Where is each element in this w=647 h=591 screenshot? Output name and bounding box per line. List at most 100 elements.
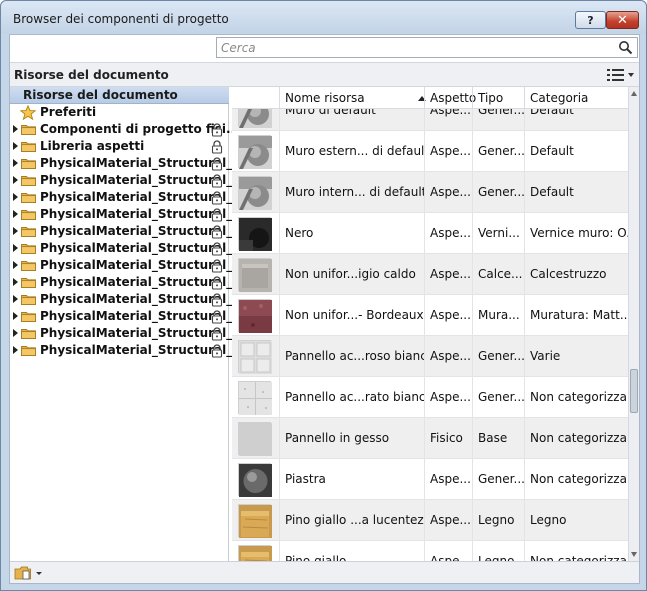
expand-arrow-icon[interactable] (13, 261, 18, 269)
table-row[interactable]: Muro estern... di default Aspe... Gener...… (232, 131, 628, 172)
expand-arrow-icon[interactable] (13, 312, 18, 320)
tree-item[interactable]: PhysicalMaterial_Structural_... (10, 291, 246, 308)
scroll-down-arrow-icon[interactable] (631, 552, 637, 557)
search-icon[interactable] (618, 40, 633, 55)
bottom-toolbar (10, 561, 639, 583)
table-row[interactable]: Pannello ac...roso bianco Aspe... Gener...… (232, 336, 628, 377)
column-header-categoria[interactable]: Categoria (524, 87, 628, 109)
cell-tipo: Calce... (472, 254, 524, 295)
table-row[interactable]: Pino giallo ... Aspe... Legno Non categoriz… (232, 541, 628, 561)
tree-item-label: Componenti di progetto fisi... (40, 122, 240, 136)
tree-item[interactable]: PhysicalMaterial_Structural_... (10, 274, 246, 291)
lock-icon (211, 327, 223, 341)
material-thumbnail (238, 217, 272, 251)
tree-item[interactable]: PhysicalMaterial_Structural_... (10, 240, 246, 257)
cell-name: Muro di default (279, 109, 424, 131)
tree-root-header[interactable]: Risorse del documento (10, 87, 229, 104)
search-area: Cerca (10, 35, 639, 62)
column-header-tipo[interactable]: Tipo (472, 87, 524, 109)
table-row[interactable]: Muro di default Aspe... Gener... Default (232, 109, 628, 131)
cell-aspetto: Aspe... (424, 500, 472, 541)
cell-categoria: Vernice muro: O... (524, 213, 628, 254)
expand-arrow-icon[interactable] (13, 159, 18, 167)
column-header-aspetto[interactable]: Aspetto (424, 87, 476, 109)
cell-categoria: Legno (524, 500, 628, 541)
column-header-name[interactable]: Nome risorsa (279, 87, 424, 109)
folder-icon (21, 159, 36, 169)
lock-icon (211, 242, 223, 256)
cell-aspetto: Aspe... (424, 295, 472, 336)
column-header-thumbnail[interactable] (232, 87, 279, 109)
cell-aspetto: Aspe... (424, 213, 472, 254)
table-row[interactable]: Pannello in gesso Fisico Base Non categoriz… (232, 418, 628, 459)
table-row[interactable]: Muro intern... di default Aspe... Gener...… (232, 172, 628, 213)
tree-item[interactable]: PhysicalMaterial_Structural_... (10, 155, 246, 172)
tree-item[interactable]: PhysicalMaterial_Structural_... (10, 308, 246, 325)
title-bar[interactable]: Browser dei componenti di progetto ? ✕ (1, 1, 646, 33)
cell-name: Muro estern... di default (279, 131, 424, 172)
expand-arrow-icon[interactable] (13, 295, 18, 303)
help-button[interactable]: ? (575, 11, 606, 29)
library-options-button[interactable] (14, 565, 44, 581)
tree-item[interactable]: PhysicalMaterial_Structural_... (10, 342, 246, 359)
chevron-down-icon (628, 73, 634, 77)
cell-tipo: Gener... (472, 131, 524, 172)
expand-arrow-icon[interactable] (13, 125, 18, 133)
tree-item[interactable]: Libreria aspetti (10, 138, 229, 155)
tree-item[interactable]: PhysicalMaterial_Structural_... (10, 172, 246, 189)
tree-item[interactable]: PhysicalMaterial_Structural_... (10, 206, 246, 223)
cell-categoria: Default (524, 109, 628, 131)
lock-icon (211, 208, 223, 222)
cell-aspetto: Aspe... (424, 377, 472, 418)
close-button[interactable]: ✕ (606, 11, 639, 29)
expand-arrow-icon[interactable] (13, 193, 18, 201)
cell-aspetto: Aspe... (424, 459, 472, 500)
expand-arrow-icon[interactable] (13, 142, 18, 150)
cell-categoria: Default (524, 172, 628, 213)
tree-item[interactable]: Preferiti (10, 104, 229, 121)
search-input[interactable]: Cerca (216, 37, 638, 58)
table-row[interactable]: Pino giallo ...a lucentezza Aspe... Legno L… (232, 500, 628, 541)
table-row[interactable]: Non unifor...- Bordeaux Aspe... Mura... Mur… (232, 295, 628, 336)
folder-icon (21, 176, 36, 186)
table-row[interactable]: Non unifor...igio caldo Aspe... Calce... Ca… (232, 254, 628, 295)
tree-item[interactable]: Componenti di progetto fisi... (10, 121, 240, 138)
folder-icon (21, 295, 36, 305)
tree-item[interactable]: PhysicalMaterial_Structural_... (10, 189, 246, 206)
material-thumbnail (238, 381, 272, 415)
lock-icon (211, 174, 223, 188)
table-row[interactable]: Nero Aspe... Verni... Vernice muro: O... (232, 213, 628, 254)
expand-arrow-icon[interactable] (13, 278, 18, 286)
lock-icon (211, 225, 223, 239)
cell-categoria: Non categorizza... (524, 459, 628, 500)
vertical-scrollbar[interactable] (628, 87, 639, 561)
tree-item[interactable]: PhysicalMaterial_Structural_... (10, 257, 246, 274)
expand-arrow-icon[interactable] (13, 176, 18, 184)
table-row[interactable]: Piastra Aspe... Gener... Non categorizza... (232, 459, 628, 500)
material-thumbnail (238, 340, 272, 374)
tree-item-label: Preferiti (40, 105, 97, 119)
cell-tipo: Gener... (472, 109, 524, 131)
expand-arrow-icon[interactable] (13, 244, 18, 252)
folder-icon (21, 261, 36, 271)
cell-name: Non unifor...- Bordeaux (279, 295, 424, 336)
table-row[interactable]: Pannello ac...rato bianco Aspe... Gener...… (232, 377, 628, 418)
tree-item[interactable]: PhysicalMaterial_Structural_... (10, 325, 246, 342)
view-options-button[interactable] (607, 68, 635, 82)
cell-aspetto: Aspe... (424, 254, 472, 295)
folder-icon (21, 329, 36, 339)
window-title: Browser dei componenti di progetto (13, 12, 229, 26)
cell-name: Piastra (279, 459, 424, 500)
scrollbar-thumb[interactable] (630, 369, 638, 413)
expand-arrow-icon[interactable] (13, 329, 18, 337)
expand-arrow-icon[interactable] (13, 227, 18, 235)
search-placeholder: Cerca (221, 41, 256, 55)
scroll-up-arrow-icon[interactable] (631, 91, 637, 96)
material-thumbnail (238, 463, 272, 497)
tree-item[interactable]: PhysicalMaterial_Structural_... (10, 223, 246, 240)
lock-icon (211, 310, 223, 324)
library-folder-icon (14, 566, 42, 580)
expand-arrow-icon[interactable] (13, 346, 18, 354)
expand-arrow-icon[interactable] (13, 210, 18, 218)
folder-icon (21, 244, 36, 254)
